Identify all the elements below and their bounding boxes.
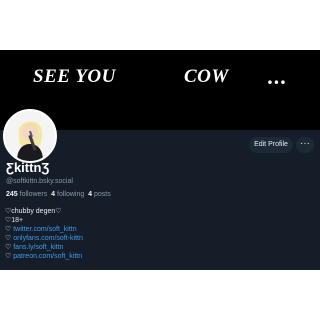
twitter-link[interactable]: twitter.com/soft_kittn (13, 226, 76, 233)
followers-count: 245 (6, 191, 18, 198)
banner-text-ellipsis: ... (268, 64, 288, 89)
bio-line-chubby-degen: ♡chubby degen♡ (5, 208, 62, 215)
bio-link-row: ♡ patreon.com/soft_kittn (5, 252, 83, 261)
avatar-illustration (5, 111, 55, 161)
profile-stats: 245 followers 4 following 4 posts (6, 191, 111, 198)
onlyfans-link[interactable]: onlyfans.com/soft-kittn (13, 235, 83, 242)
edit-profile-button[interactable]: Edit Profile (249, 137, 293, 153)
screenshot-frame: SEE YOU COW ... Edit Profile ··· ƸkittnƷ… (0, 0, 320, 320)
banner-text-see-you: SEE YOU (33, 66, 116, 87)
banner-text-cow: COW (184, 66, 229, 87)
heart-icon: ♡ (5, 244, 12, 251)
followers-label: followers (19, 191, 48, 198)
heart-icon: ♡ (5, 226, 12, 233)
patreon-link[interactable]: patreon.com/soft_kittn (13, 253, 82, 260)
bio-link-row: ♡ fans.ly/soft_kittn (5, 243, 83, 252)
posts-count: 4 (88, 191, 93, 198)
display-name: ƸkittnƷ (6, 160, 50, 175)
more-options-button[interactable]: ··· (296, 137, 314, 153)
heart-icon: ♡ (5, 253, 12, 260)
bio-link-row: ♡ twitter.com/soft_kittn (5, 225, 83, 234)
followers-link[interactable]: 245 followers (6, 191, 47, 198)
profile-page: SEE YOU COW ... Edit Profile ··· ƸkittnƷ… (0, 50, 320, 270)
posts-label: posts (94, 191, 111, 198)
avatar[interactable] (3, 109, 57, 163)
fansly-link[interactable]: fans.ly/soft_kittn (13, 244, 63, 251)
bio-line-age: ♡18+ (5, 217, 24, 224)
heart-icon: ♡ (5, 235, 12, 242)
bio-link-row: ♡ onlyfans.com/soft-kittn (5, 234, 83, 243)
profile-handle: @softkittn.bsky.social (6, 178, 73, 185)
following-label: following (57, 191, 85, 198)
profile-bio: ♡chubby degen♡ ♡18+ ♡ twitter.com/soft_k… (5, 207, 83, 261)
following-link[interactable]: 4 following (51, 191, 84, 198)
following-count: 4 (51, 191, 56, 198)
